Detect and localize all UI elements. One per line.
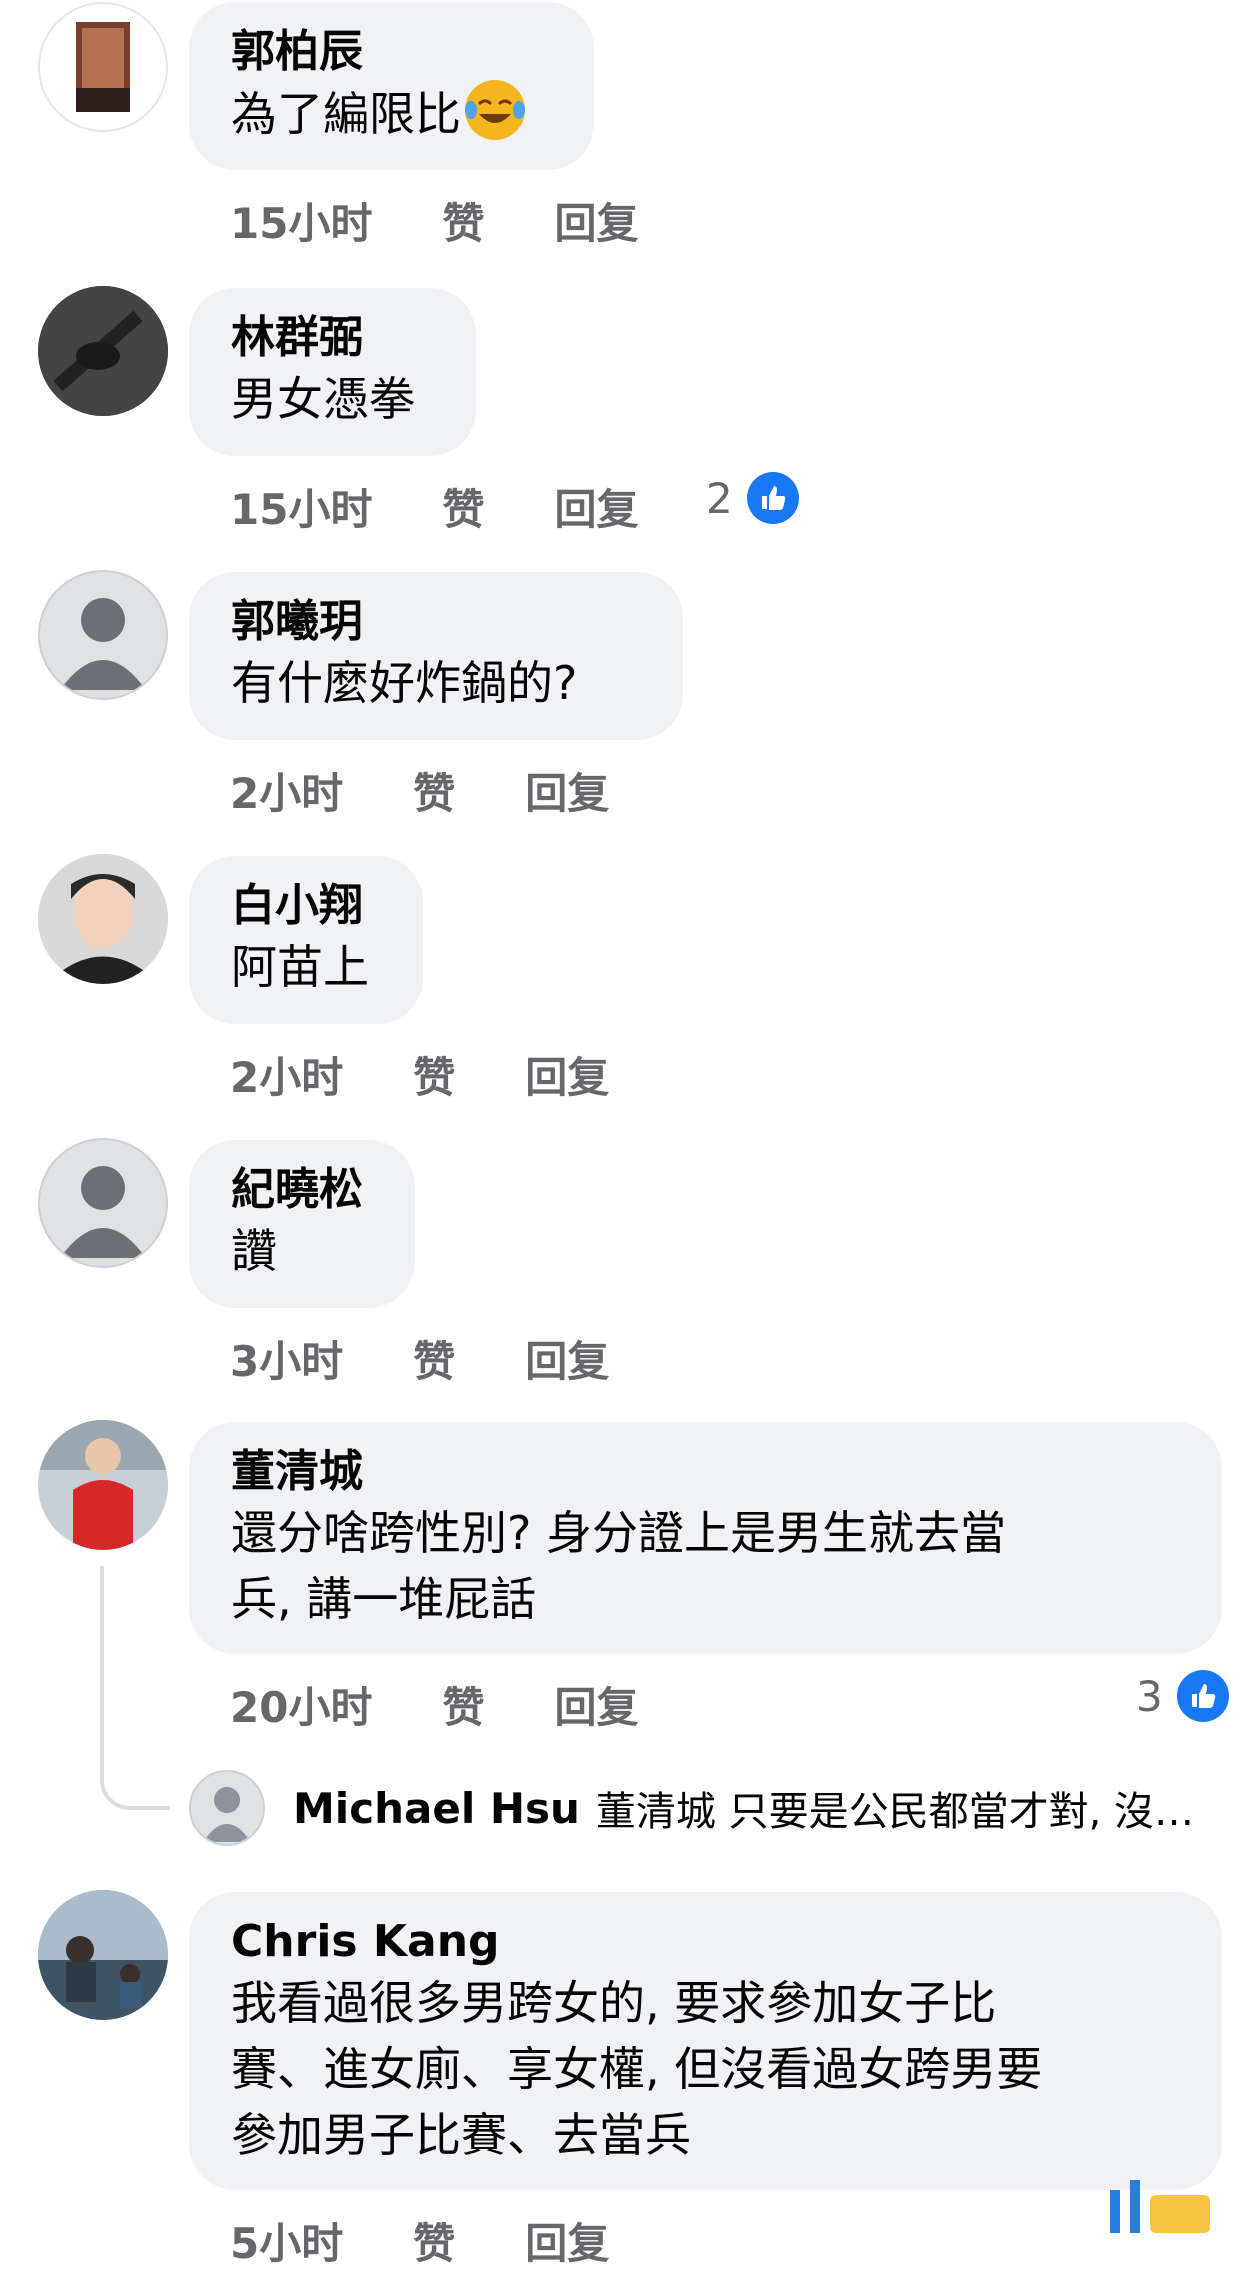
comment-time: 20小时 [230, 1683, 373, 1732]
comment-meta: 2小时 赞 回复 [230, 1044, 679, 1105]
user-photo-icon [38, 854, 168, 984]
avatar[interactable] [38, 570, 168, 700]
comment-meta: 15小时 赞 回复 [230, 476, 708, 537]
avatar-image-icon [76, 22, 130, 112]
avatar[interactable] [38, 1138, 168, 1268]
comment-bubble: 白小翔 阿苗上 [189, 856, 423, 1024]
like-button[interactable]: 赞 [413, 2210, 455, 2271]
thread-connector [100, 1566, 170, 1810]
default-user-icon [203, 1787, 251, 1842]
comment-author[interactable]: 董清城 [231, 1444, 1180, 1500]
comment-time: 15小时 [230, 199, 373, 248]
comment-time: 5小时 [230, 2219, 344, 2268]
reply-button[interactable]: 回复 [525, 1044, 609, 1105]
comment-text: 有什麼好炸鍋的? [231, 656, 578, 710]
comment-time: 15小时 [230, 485, 373, 534]
comment-text: 阿苗上 [231, 940, 369, 994]
comment-meta: 2小时 赞 回复 [230, 760, 679, 821]
comment-author[interactable]: 林群弼 [231, 310, 434, 366]
comment-author[interactable]: 郭曦玥 [231, 594, 641, 650]
like-count[interactable]: 2 [706, 472, 799, 524]
avatar [189, 1770, 265, 1846]
default-user-icon [60, 598, 146, 690]
comment-author[interactable]: 郭柏辰 [231, 24, 552, 80]
avatar[interactable] [38, 854, 168, 984]
comment-text: 讚 [231, 1224, 277, 1278]
like-button[interactable]: 赞 [442, 190, 484, 251]
comment-bubble: 林群弼 男女憑拳 [189, 288, 476, 456]
comment-text-line: 兵, 講一堆屁話 [231, 1572, 537, 1626]
comment-text: 男女憑拳 [231, 372, 415, 426]
like-count-number: 3 [1136, 1671, 1163, 1721]
like-count[interactable]: 3 [1136, 1670, 1229, 1722]
comment-author[interactable]: Chris Kang [231, 1914, 1180, 1970]
comment-text-line: 賽、進女廁、享女權, 但沒看過女跨男要 [231, 2042, 1043, 2096]
comment-meta: 5小时 赞 回复 [230, 2210, 679, 2271]
user-photo-icon [38, 1420, 168, 1550]
reply-button[interactable]: 回复 [525, 2210, 609, 2271]
reply-preview[interactable]: Michael Hsu 董清城 只要是公民都當才對, 沒… [189, 1768, 1229, 1848]
like-button[interactable]: 赞 [413, 1044, 455, 1105]
thumbs-up-icon [746, 472, 799, 524]
reply-button[interactable]: 回复 [554, 1674, 638, 1735]
reply-button[interactable]: 回复 [525, 1328, 609, 1389]
comment-bubble: 董清城 還分啥跨性別? 身分證上是男生就去當 兵, 講一堆屁話 [189, 1422, 1222, 1654]
like-button[interactable]: 赞 [413, 1328, 455, 1389]
avatar[interactable] [38, 2, 168, 132]
like-count-number: 2 [706, 473, 733, 523]
violin-image-icon [38, 286, 168, 416]
comment-meta: 15小时 赞 回复 [230, 190, 708, 251]
comment-time: 2小时 [230, 1053, 344, 1102]
reply-text: 董清城 只要是公民都當才對, 沒… [595, 1789, 1195, 1835]
comment-time: 2小时 [230, 769, 344, 818]
comment-bubble: 郭曦玥 有什麼好炸鍋的? [189, 572, 683, 740]
comment-meta: 20小时 赞 回复 [230, 1674, 708, 1735]
comment-time: 3小时 [230, 1337, 344, 1386]
avatar[interactable] [38, 1420, 168, 1550]
comment-text-line: 我看過很多男跨女的, 要求參加女子比 [231, 1976, 997, 2030]
thumbs-up-icon [1176, 1670, 1229, 1722]
comment-bubble: 紀曉松 讚 [189, 1140, 415, 1308]
reply-button[interactable]: 回复 [525, 760, 609, 821]
reply-button[interactable]: 回复 [554, 476, 638, 537]
comment-text: 為了編限比 [231, 80, 552, 147]
like-button[interactable]: 赞 [442, 1674, 484, 1735]
comment-text-line: 參加男子比賽、去當兵 [231, 2108, 691, 2162]
comment-bubble: Chris Kang 我看過很多男跨女的, 要求參加女子比 賽、進女廁、享女權,… [189, 1892, 1222, 2190]
reply-author[interactable]: Michael Hsu [293, 1784, 580, 1833]
user-photo-icon [38, 1890, 168, 2020]
avatar[interactable] [38, 1890, 168, 2020]
comment-bubble: 郭柏辰 為了編限比 [189, 2, 594, 170]
comment-author[interactable]: 白小翔 [231, 878, 381, 934]
watermark-logo [1100, 2180, 1230, 2233]
default-user-icon [60, 1166, 146, 1258]
avatar[interactable] [38, 286, 168, 416]
like-button[interactable]: 赞 [413, 760, 455, 821]
like-button[interactable]: 赞 [442, 476, 484, 537]
comment-text-line: 還分啥跨性別? 身分證上是男生就去當 [231, 1506, 1007, 1560]
reply-button[interactable]: 回复 [554, 190, 638, 251]
comment-meta: 3小时 赞 回复 [230, 1328, 679, 1389]
joy-tears-emoji-icon [465, 80, 525, 140]
comment-author[interactable]: 紀曉松 [231, 1162, 373, 1218]
